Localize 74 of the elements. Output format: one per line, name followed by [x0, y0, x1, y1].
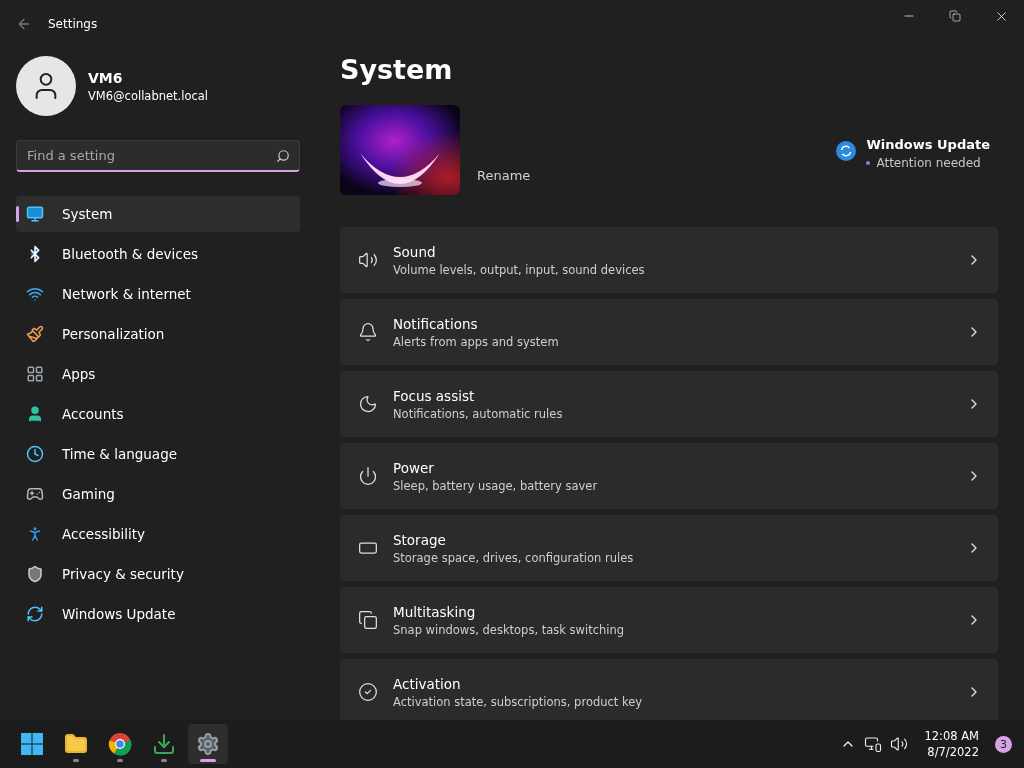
page-title: System — [340, 54, 454, 85]
card-title: Multitasking — [393, 603, 477, 620]
taskbar-app[interactable] — [188, 724, 228, 764]
nav-item[interactable]: Time & language — [16, 436, 300, 472]
card-description: Storage space, drives, configuration rules — [393, 550, 635, 565]
nav-item[interactable]: System — [16, 196, 300, 232]
card-description: Activation state, subscriptions, product key — [393, 694, 644, 709]
clock-icon — [26, 445, 44, 463]
profile-name: VM6 — [88, 69, 124, 86]
wifi-icon — [26, 285, 44, 303]
card-title: Sound — [393, 243, 437, 260]
card-title: Activation — [393, 675, 462, 692]
card-description: Snap windows, desktops, task switching — [393, 622, 626, 637]
update-icon — [836, 141, 857, 161]
settings-card[interactable]: Notifications Alerts from apps and system — [340, 299, 998, 365]
check-circle-icon — [358, 682, 378, 702]
card-title: Power — [393, 459, 435, 476]
status-dot — [866, 161, 871, 165]
windows-icon — [358, 610, 378, 630]
nav-item[interactable]: Windows Update — [16, 596, 300, 632]
shield-icon — [26, 565, 44, 583]
power-icon — [358, 466, 378, 486]
network-icon[interactable] — [864, 735, 883, 753]
gamepad-icon — [26, 485, 44, 503]
monitor-icon — [26, 205, 44, 223]
window-title: Settings — [48, 17, 98, 31]
person-icon — [26, 405, 44, 423]
update-status: Attention needed — [876, 156, 981, 170]
card-description: Volume levels, output, input, sound devices — [393, 262, 646, 277]
settings-card[interactable]: Storage Storage space, drives, configuration rules — [340, 515, 998, 581]
nav-item[interactable]: Bluetooth & devices — [16, 236, 300, 272]
settings-card[interactable]: Sound Volume levels, output, input, sound devices — [340, 227, 998, 293]
update-icon — [26, 605, 44, 623]
date-text: 8/7/2022 — [927, 744, 979, 760]
search-icon[interactable] — [276, 149, 290, 163]
nav-item[interactable]: Privacy & security — [16, 556, 300, 592]
browser-icon[interactable] — [108, 732, 132, 756]
search-field[interactable]: Find a setting — [16, 140, 300, 172]
brush-icon — [26, 325, 44, 343]
gear-icon[interactable] — [196, 732, 220, 756]
moon-icon — [358, 394, 378, 414]
settings-card[interactable]: Activation Activation state, subscriptions, product key — [340, 659, 998, 720]
download-icon[interactable] — [152, 732, 176, 756]
volume-icon[interactable] — [890, 735, 909, 753]
clock[interactable]: 12:08 AM 8/7/2022 — [924, 728, 979, 760]
folder-icon[interactable] — [64, 732, 88, 756]
card-title: Focus assist — [393, 387, 476, 404]
nav-item[interactable]: Accessibility — [16, 516, 300, 552]
restore-icon — [949, 10, 961, 22]
card-title: Storage — [393, 531, 447, 548]
start-icon[interactable] — [21, 733, 43, 755]
settings-card[interactable]: Power Sleep, battery usage, battery saver — [340, 443, 998, 509]
card-description: Sleep, battery usage, battery saver — [393, 478, 599, 493]
speaker-icon — [358, 250, 378, 270]
selection-indicator — [16, 206, 19, 222]
nav-item[interactable]: Accounts — [16, 396, 300, 432]
bell-icon — [358, 322, 378, 342]
update-title[interactable]: Windows Update — [866, 137, 990, 152]
nav-item[interactable]: Apps — [16, 356, 300, 392]
rename-link[interactable]: Rename — [477, 168, 531, 183]
nav-item[interactable]: Gaming — [16, 476, 300, 512]
settings-card[interactable]: Focus assist Notifications, automatic rules — [340, 371, 998, 437]
card-description: Alerts from apps and system — [393, 334, 560, 349]
notification-badge[interactable]: 3 — [995, 735, 1012, 753]
card-description: Notifications, automatic rules — [393, 406, 564, 421]
nav-item[interactable]: Personalization — [16, 316, 300, 352]
card-title: Notifications — [393, 315, 479, 332]
avatar — [16, 56, 76, 116]
time-text: 12:08 AM — [924, 728, 979, 744]
apps-icon — [26, 365, 44, 383]
nav-item[interactable]: Network & internet — [16, 276, 300, 312]
back-icon[interactable] — [16, 16, 32, 32]
settings-card[interactable]: Multitasking Snap windows, desktops, task switching — [340, 587, 998, 653]
profile-email: VM6@collabnet.local — [88, 88, 209, 103]
